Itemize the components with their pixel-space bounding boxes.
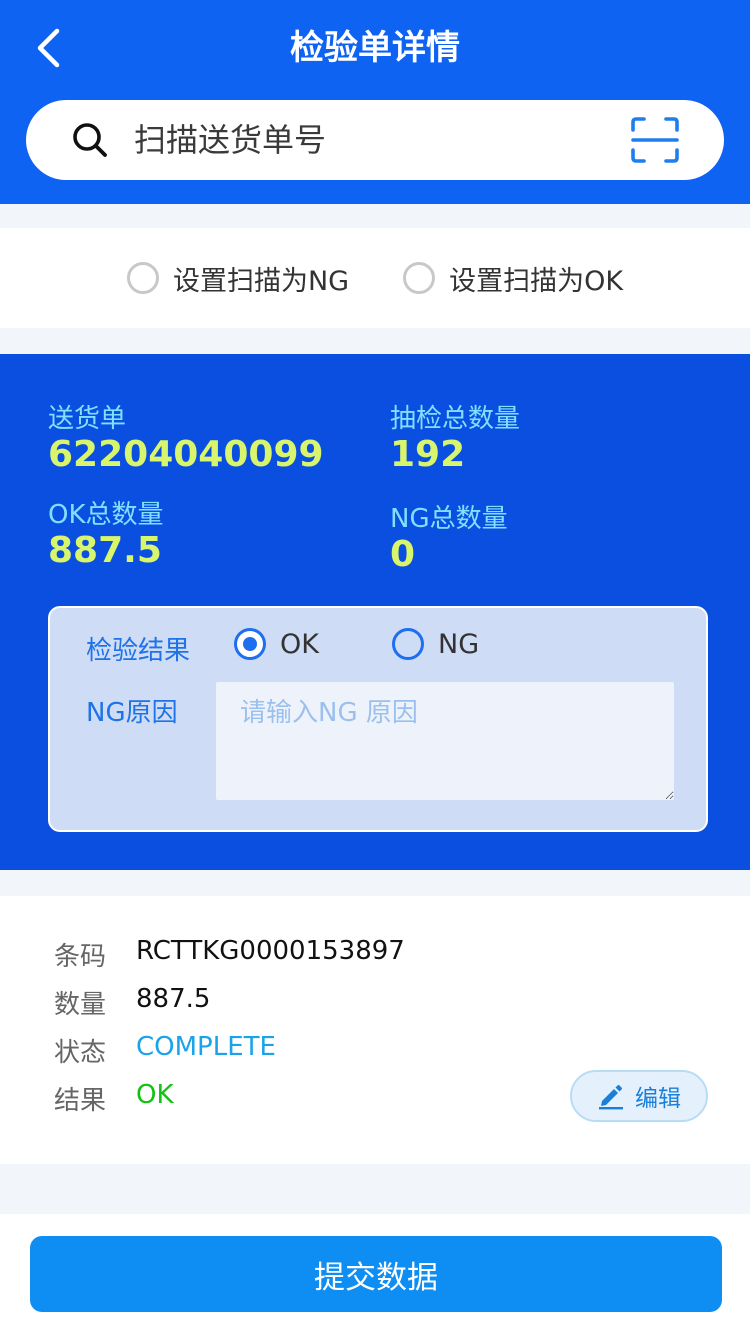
bottom-bar: 提交数据 bbox=[0, 1214, 750, 1334]
result-key: 结果 bbox=[54, 1086, 107, 1116]
barcode-key: 条码 bbox=[54, 942, 107, 972]
delivery-label: 送货单 bbox=[48, 404, 127, 434]
scan-mode-ok-option[interactable]: 设置扫描为OK bbox=[403, 259, 623, 298]
ok-total-value: 887.5 bbox=[48, 530, 162, 571]
header-bar: 检验单详情 bbox=[0, 0, 750, 204]
sample-total-value: 192 bbox=[390, 434, 466, 475]
ng-total-value: 0 bbox=[390, 534, 416, 575]
scan-icon[interactable] bbox=[630, 116, 680, 164]
delivery-value: 62204040099 bbox=[48, 434, 324, 475]
radio-unchecked-icon bbox=[403, 262, 436, 294]
scan-mode-ng-label: 设置扫描为NG bbox=[172, 265, 350, 297]
scan-mode-row: 设置扫描为NG 设置扫描为OK bbox=[0, 228, 750, 328]
ng-total-label: NG总数量 bbox=[390, 504, 508, 534]
ng-reason-label: NG原因 bbox=[86, 698, 178, 728]
radio-unchecked-icon bbox=[126, 262, 159, 294]
quantity-value: 887.5 bbox=[136, 984, 211, 1014]
search-bar bbox=[26, 100, 724, 180]
detail-card: 条码 RCTTKG0000153897 数量 887.5 状态 COMPLETE… bbox=[0, 896, 750, 1164]
result-ng-radio[interactable]: NG bbox=[392, 628, 479, 660]
quantity-key: 数量 bbox=[54, 990, 107, 1020]
edit-button[interactable]: 编辑 bbox=[570, 1070, 708, 1122]
result-ok-radio[interactable]: OK bbox=[234, 628, 319, 660]
pencil-icon bbox=[599, 1085, 623, 1110]
summary-card: 送货单 62204040099 抽检总数量 192 OK总数量 887.5 NG… bbox=[0, 354, 750, 870]
result-ng-label: NG bbox=[438, 628, 480, 660]
result-value: OK bbox=[136, 1080, 174, 1110]
scan-mode-ok-label: 设置扫描为OK bbox=[449, 265, 624, 297]
radio-unchecked-icon bbox=[392, 628, 424, 660]
radio-checked-icon bbox=[234, 628, 266, 660]
ng-reason-textarea[interactable] bbox=[216, 682, 674, 800]
search-input[interactable] bbox=[134, 114, 614, 166]
inspection-result-box: 检验结果 OK NG NG原因 bbox=[48, 606, 708, 832]
status-key: 状态 bbox=[54, 1038, 107, 1068]
page-title: 检验单详情 bbox=[290, 28, 460, 68]
ok-total-label: OK总数量 bbox=[48, 500, 164, 530]
submit-button[interactable]: 提交数据 bbox=[30, 1236, 722, 1312]
status-value: COMPLETE bbox=[136, 1032, 276, 1062]
sample-total-label: 抽检总数量 bbox=[390, 404, 521, 434]
result-label: 检验结果 bbox=[86, 636, 191, 666]
edit-label: 编辑 bbox=[635, 1086, 681, 1112]
search-icon[interactable] bbox=[70, 120, 110, 160]
result-ok-label: OK bbox=[280, 628, 319, 660]
barcode-value: RCTTKG0000153897 bbox=[136, 936, 405, 966]
scallop-edge bbox=[0, 354, 750, 368]
scan-mode-ng-option[interactable]: 设置扫描为NG bbox=[126, 259, 350, 298]
